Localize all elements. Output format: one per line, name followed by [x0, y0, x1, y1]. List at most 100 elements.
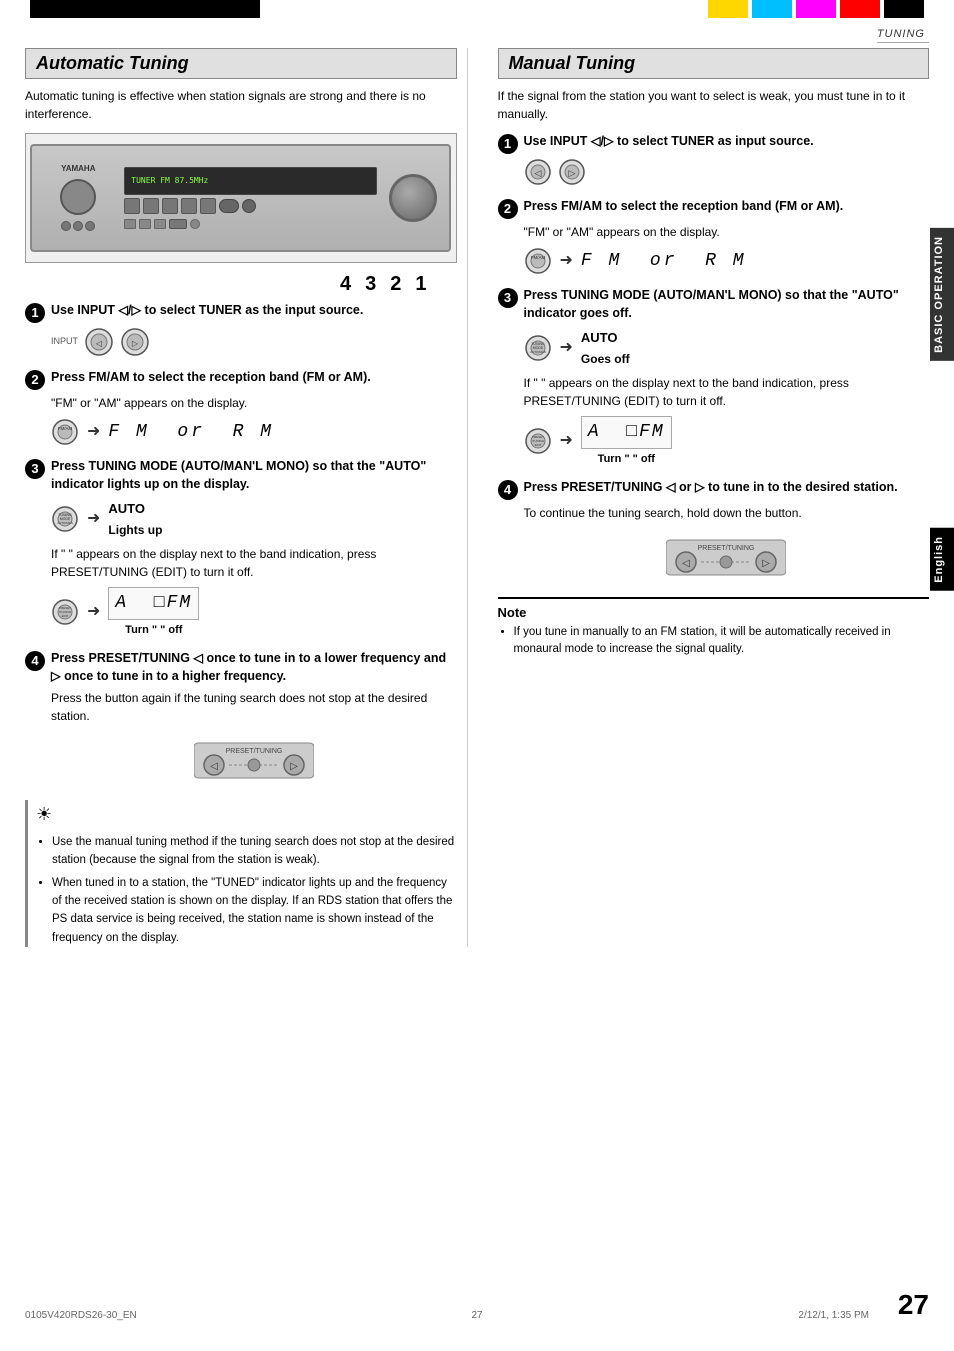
color-block-right: [708, 0, 924, 18]
left-step-1-icons: INPUT ◁ ▷: [51, 327, 457, 357]
preset-tuning-large-icon: PRESET/TUNING ◁ ▷: [194, 733, 314, 788]
right-step-num-3: 3: [498, 288, 518, 308]
right-preset-tuning-icon: PRESET /TUNING EDIT: [524, 427, 552, 455]
svg-text:AUTO/MAN: AUTO/MAN: [530, 350, 546, 354]
svg-text:PRESET/TUNING: PRESET/TUNING: [698, 545, 755, 552]
left-band-display: A □FM: [115, 593, 192, 613]
svg-text:▷: ▷: [132, 339, 139, 348]
device-num-2: 2: [390, 273, 401, 296]
svg-text:AUTO/MAN: AUTO/MAN: [57, 521, 73, 525]
right-section-desc: If the signal from the station you want …: [498, 87, 930, 123]
step-num-2: 2: [25, 370, 45, 390]
columns-container: Automatic Tuning Automatic tuning is eff…: [25, 48, 929, 947]
right-step-2-text: Press FM/AM to select the reception band…: [524, 198, 844, 216]
note-text: If you tune in manually to an FM station…: [514, 624, 930, 659]
receiver-middle: TUNER FM 87.5MHz: [118, 167, 383, 229]
right-step-3-preset-icons: PRESET /TUNING EDIT ➜ A □FM Turn " " off: [524, 416, 930, 468]
right-step-num-4: 4: [498, 480, 518, 500]
right-step-3-header: 3 Press TUNING MODE (AUTO/MAN'L MONO) so…: [498, 287, 930, 322]
right-band-display: A □FM: [588, 422, 665, 442]
right-column: Manual Tuning If the signal from the sta…: [488, 48, 930, 947]
right-fm-display-block: A □FM Turn " " off: [581, 416, 672, 468]
footer-left: 0105V420RDS26-30_EN: [25, 1310, 137, 1321]
right-step-2-icons: FM/AM ➜ F M or R M: [524, 247, 930, 275]
svg-text:◁: ◁: [96, 339, 103, 348]
left-step-3-note: If " " appears on the display next to th…: [51, 545, 457, 581]
fm-display-block: F M or R M: [108, 419, 274, 446]
band-symbol: F M or R M: [108, 419, 274, 446]
goes-off-text: Goes off: [581, 350, 630, 368]
color-bar: [0, 0, 954, 18]
left-step-2: 2 Press FM/AM to select the reception ba…: [25, 369, 457, 446]
tip-1: Use the manual tuning method if the tuni…: [52, 833, 457, 870]
left-step-4-text: Press PRESET/TUNING ◁ once to tune in to…: [51, 650, 457, 685]
svg-text:EDIT: EDIT: [62, 614, 69, 618]
arrow-icon-3: ➜: [87, 600, 100, 624]
right-step-4-desc: To continue the tuning search, hold down…: [524, 504, 930, 522]
color-red: [840, 0, 880, 18]
right-turn-off-label: Turn " " off: [581, 451, 672, 468]
left-step-3-icons: TUNING MODE AUTO/MAN ➜ AUTO Lights up: [51, 499, 457, 539]
svg-text:PRESET/TUNING: PRESET/TUNING: [225, 748, 282, 755]
tuning-label: TUNING: [877, 28, 929, 43]
right-fmam-icon: FM/AM: [524, 247, 552, 275]
step-num-1: 1: [25, 303, 45, 323]
svg-text:▷: ▷: [290, 761, 298, 772]
footer-right-time: 2/12/1, 1:35 PM: [798, 1310, 869, 1321]
preset-tuning-icon-left: PRESET /TUNING EDIT: [51, 598, 79, 626]
input-label: INPUT: [51, 335, 78, 349]
right-step-4-body: To continue the tuning search, hold down…: [524, 504, 930, 585]
left-fm-display-block: A □FM Turn " " off: [108, 587, 199, 639]
device-numbers: 4 3 2 1: [25, 273, 457, 296]
right-step-num-1: 1: [498, 134, 518, 154]
right-step-1-text: Use INPUT ◁/▷ to select TUNER as input s…: [524, 133, 814, 151]
svg-text:▷: ▷: [568, 168, 575, 178]
right-preset-tuning-large-icon: PRESET/TUNING ◁ ▷: [666, 530, 786, 585]
right-step-4-header: 4 Press PRESET/TUNING ◁ or ▷ to tune in …: [498, 479, 930, 500]
left-preset-tuning-img-wrapper: PRESET/TUNING ◁ ▷: [51, 733, 457, 788]
fmam-icon: FM/AM: [51, 418, 79, 446]
right-step-2-header: 2 Press FM/AM to select the reception ba…: [498, 198, 930, 219]
arrow-icon-1: ➜: [87, 420, 100, 444]
left-step-2-header: 2 Press FM/AM to select the reception ba…: [25, 369, 457, 390]
left-step-4-desc: Press the button again if the tuning sea…: [51, 689, 457, 725]
auto-indicator-block: AUTO Lights up: [108, 499, 162, 539]
volume-knob: [389, 174, 437, 222]
left-step-3-text: Press TUNING MODE (AUTO/MAN'L MONO) so t…: [51, 458, 457, 493]
right-step-3-body: TUNING MODE AUTO/MAN ➜ AUTO Goes off If …: [524, 328, 930, 467]
left-step-3: 3 Press TUNING MODE (AUTO/MAN'L MONO) so…: [25, 458, 457, 638]
right-step-1-icons: ◁ ▷: [524, 158, 930, 186]
svg-text:EDIT: EDIT: [534, 443, 541, 447]
svg-text:▷: ▷: [762, 558, 770, 569]
right-tuning-mode-icon: TUNING MODE AUTO/MAN: [524, 334, 552, 362]
receiver-display: TUNER FM 87.5MHz: [124, 167, 377, 195]
input-right-icon: ▷: [120, 327, 150, 357]
ctrl-btn-2: [143, 198, 159, 214]
tips-box: ☀ Use the manual tuning method if the tu…: [25, 800, 457, 947]
color-block-left: [30, 0, 260, 18]
right-arrow-icon-3: ➜: [560, 429, 573, 453]
ctrl-btn-1: [124, 198, 140, 214]
color-magenta: [796, 0, 836, 18]
receiver-left: YAMAHA: [38, 164, 118, 231]
right-input-icon-1: ◁: [524, 158, 552, 186]
left-step-3-preset-icons: PRESET /TUNING EDIT ➜ A □FM Turn " " off: [51, 587, 457, 639]
ctrl-btn-5: [200, 198, 216, 214]
note-box: Note If you tune in manually to an FM st…: [498, 597, 930, 659]
right-step-3: 3 Press TUNING MODE (AUTO/MAN'L MONO) so…: [498, 287, 930, 467]
tuning-mode-icon: TUNING MODE AUTO/MAN: [51, 505, 79, 533]
right-step-2-body: "FM" or "AM" appears on the display. FM/…: [524, 223, 930, 275]
page-number: 27: [898, 1289, 929, 1321]
left-step-3-body: TUNING MODE AUTO/MAN ➜ AUTO Lights up If…: [51, 499, 457, 638]
left-step-2-icons: FM/AM ➜ F M or R M: [51, 418, 457, 446]
svg-text:◁: ◁: [534, 168, 541, 178]
tips-icon: ☀: [36, 800, 457, 829]
receiver-device: YAMAHA TUNER FM 87.5MHz: [30, 144, 451, 253]
left-step-4-body: Press the button again if the tuning sea…: [51, 689, 457, 788]
right-auto-indicator-block: AUTO Goes off: [581, 328, 630, 368]
receiver-controls: [124, 198, 377, 214]
right-step-2: 2 Press FM/AM to select the reception ba…: [498, 198, 930, 275]
ctrl-btn-3: [162, 198, 178, 214]
step-num-3: 3: [25, 459, 45, 479]
right-arrow-icon-2: ➜: [560, 336, 573, 360]
